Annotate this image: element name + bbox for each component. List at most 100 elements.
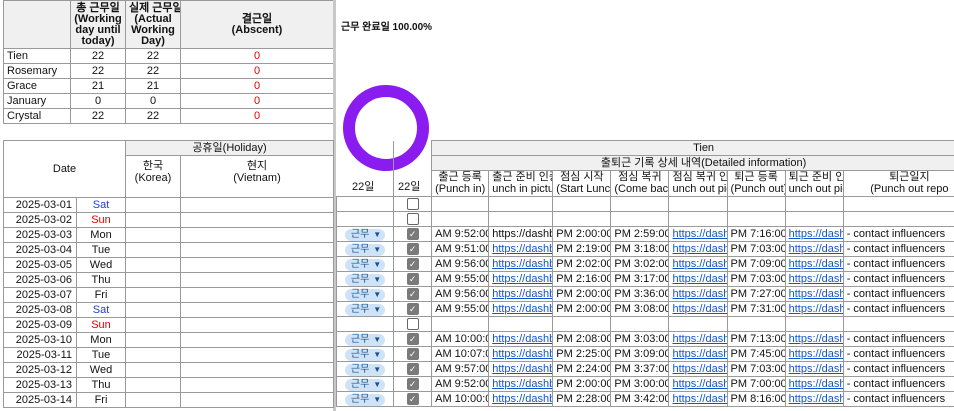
date-cell[interactable]: 2025-03-06 — [3, 272, 77, 288]
lunch-back-picture-link[interactable]: https://dashb — [668, 270, 728, 287]
attendance-checkbox[interactable] — [406, 212, 419, 225]
punch-in-cell[interactable]: AM 10:00:00 — [431, 390, 490, 407]
lunch-back-picture-link[interactable]: https://dashb — [668, 375, 728, 392]
summary-name-cell[interactable]: January — [3, 93, 71, 109]
lunch-back-cell[interactable]: PM 3:00:00 — [610, 375, 670, 392]
column-header[interactable]: 퇴근 등록 (Punch out) — [726, 170, 786, 197]
lunch-back-picture-link[interactable] — [668, 195, 728, 212]
korea-holiday-cell[interactable] — [125, 287, 181, 303]
vietnam-holiday-cell[interactable] — [180, 272, 334, 288]
check-cell[interactable]: ✓ — [393, 285, 433, 302]
summary-total-cell[interactable]: 21 — [70, 78, 126, 94]
summary-actual-cell[interactable]: 21 — [125, 78, 181, 94]
punch-out-report-cell[interactable] — [842, 315, 954, 332]
punch-in-picture-link[interactable]: https://dashb — [488, 225, 554, 242]
summary-total-cell[interactable]: 22 — [70, 48, 126, 64]
lunch-start-cell[interactable] — [552, 195, 612, 212]
punch-out-cell[interactable] — [726, 315, 786, 332]
punch-in-picture-link[interactable] — [488, 210, 554, 227]
weekday-cell[interactable]: Tue — [76, 242, 126, 258]
holiday-header[interactable]: 공휴일(Holiday) — [125, 140, 334, 156]
punch-out-picture-link[interactable] — [784, 195, 844, 212]
attendance-checkbox[interactable]: ✓ — [406, 347, 419, 360]
check-cell[interactable] — [393, 315, 433, 332]
column-header[interactable]: 퇴근일지 (Punch out repo — [842, 170, 954, 197]
attendance-checkbox[interactable]: ✓ — [406, 332, 419, 345]
lunch-back-picture-link[interactable] — [668, 210, 728, 227]
lunch-back-cell[interactable]: PM 3:42:00 — [610, 390, 670, 407]
lunch-back-picture-link[interactable]: https://dashb — [668, 345, 728, 362]
lunch-back-picture-link[interactable]: https://dashb — [668, 240, 728, 257]
weekday-cell[interactable]: Sun — [76, 212, 126, 228]
punch-out-report-cell[interactable]: - contact influencers — [842, 330, 954, 347]
status-cell[interactable]: 근무 ▼ — [335, 255, 395, 272]
korea-holiday-cell[interactable] — [125, 227, 181, 243]
weekday-cell[interactable]: Tue — [76, 347, 126, 363]
status-dropdown[interactable]: 근무 ▼ — [344, 243, 386, 255]
punch-out-cell[interactable] — [726, 210, 786, 227]
punch-out-cell[interactable] — [726, 195, 786, 212]
weekday-cell[interactable]: Mon — [76, 332, 126, 348]
korea-holiday-cell[interactable] — [125, 377, 181, 393]
punch-out-cell[interactable]: PM 7:00:00 — [726, 375, 786, 392]
punch-out-report-cell[interactable]: - contact influencers — [842, 240, 954, 257]
punch-in-cell[interactable] — [431, 210, 490, 227]
date-cell[interactable]: 2025-03-02 — [3, 212, 77, 228]
date-header[interactable]: Date — [3, 140, 126, 198]
punch-in-cell[interactable]: AM 10:00:00 — [431, 330, 490, 347]
korea-holiday-cell[interactable] — [125, 257, 181, 273]
vietnam-holiday-cell[interactable] — [180, 347, 334, 363]
punch-out-report-cell[interactable]: - contact influencers — [842, 360, 954, 377]
punch-in-cell[interactable] — [431, 195, 490, 212]
korea-holiday-cell[interactable] — [125, 272, 181, 288]
check-cell[interactable] — [393, 210, 433, 227]
attendance-checkbox[interactable]: ✓ — [406, 362, 419, 375]
punch-out-cell[interactable]: PM 7:31:00 — [726, 300, 786, 317]
punch-in-cell[interactable]: AM 9:55:00 — [431, 270, 490, 287]
punch-out-picture-link[interactable]: https://dashb — [784, 345, 844, 362]
punch-out-picture-link[interactable]: https://dashb — [784, 360, 844, 377]
status-dropdown[interactable]: 근무 ▼ — [344, 258, 386, 270]
punch-out-report-cell[interactable]: - contact influencers — [842, 390, 954, 407]
check-cell[interactable]: ✓ — [393, 300, 433, 317]
weekday-cell[interactable]: Wed — [76, 257, 126, 273]
korea-holiday-cell[interactable] — [125, 242, 181, 258]
korea-holiday-cell[interactable] — [125, 212, 181, 228]
summary-corner-cell[interactable] — [3, 0, 71, 49]
column-header[interactable]: 점심 복귀 인증unch out pictu — [668, 170, 728, 197]
vietnam-holiday-cell[interactable] — [180, 362, 334, 378]
lunch-start-cell[interactable]: PM 2:24:00 — [552, 360, 612, 377]
status-dropdown[interactable]: 근무 ▼ — [344, 333, 386, 345]
summary-actual-cell[interactable]: 0 — [125, 93, 181, 109]
summary-absent-cell[interactable]: 0 — [180, 108, 334, 124]
lunch-back-cell[interactable]: PM 3:37:00 — [610, 360, 670, 377]
status-dropdown[interactable]: 근무 ▼ — [344, 303, 386, 315]
korea-holiday-cell[interactable] — [125, 317, 181, 333]
lunch-start-cell[interactable]: PM 2:19:00 — [552, 240, 612, 257]
status-cell[interactable]: 근무 ▼ — [335, 375, 395, 392]
punch-out-report-cell[interactable]: - contact influencers — [842, 285, 954, 302]
punch-out-report-cell[interactable] — [842, 195, 954, 212]
punch-out-picture-link[interactable]: https://dashb — [784, 225, 844, 242]
check-cell[interactable]: ✓ — [393, 390, 433, 407]
attendance-checkbox[interactable]: ✓ — [406, 377, 419, 390]
status-cell[interactable] — [335, 210, 395, 227]
punch-out-cell[interactable]: PM 7:13:00 — [726, 330, 786, 347]
workday-count-label[interactable]: 22일 — [352, 178, 374, 194]
check-cell[interactable] — [393, 195, 433, 212]
punch-in-picture-link[interactable]: https://dashb — [488, 285, 554, 302]
date-cell[interactable]: 2025-03-04 — [3, 242, 77, 258]
punch-out-picture-link[interactable]: https://dashb — [784, 240, 844, 257]
summary-name-cell[interactable]: Grace — [3, 78, 71, 94]
korea-holiday-cell[interactable] — [125, 197, 181, 213]
lunch-back-cell[interactable]: PM 3:17:00 — [610, 270, 670, 287]
lunch-back-cell[interactable]: PM 3:09:00 — [610, 345, 670, 362]
lunch-back-cell[interactable] — [610, 315, 670, 332]
column-header[interactable]: 점심 복귀(Come back) — [610, 170, 670, 197]
weekday-cell[interactable]: Fri — [76, 392, 126, 408]
attendance-checkbox[interactable]: ✓ — [406, 272, 419, 285]
lunch-start-cell[interactable]: PM 2:00:00 — [552, 225, 612, 242]
punch-in-cell[interactable]: AM 9:55:00 — [431, 300, 490, 317]
korea-header[interactable]: 한국 (Korea) — [125, 155, 181, 198]
lunch-start-cell[interactable]: PM 2:16:00 — [552, 270, 612, 287]
